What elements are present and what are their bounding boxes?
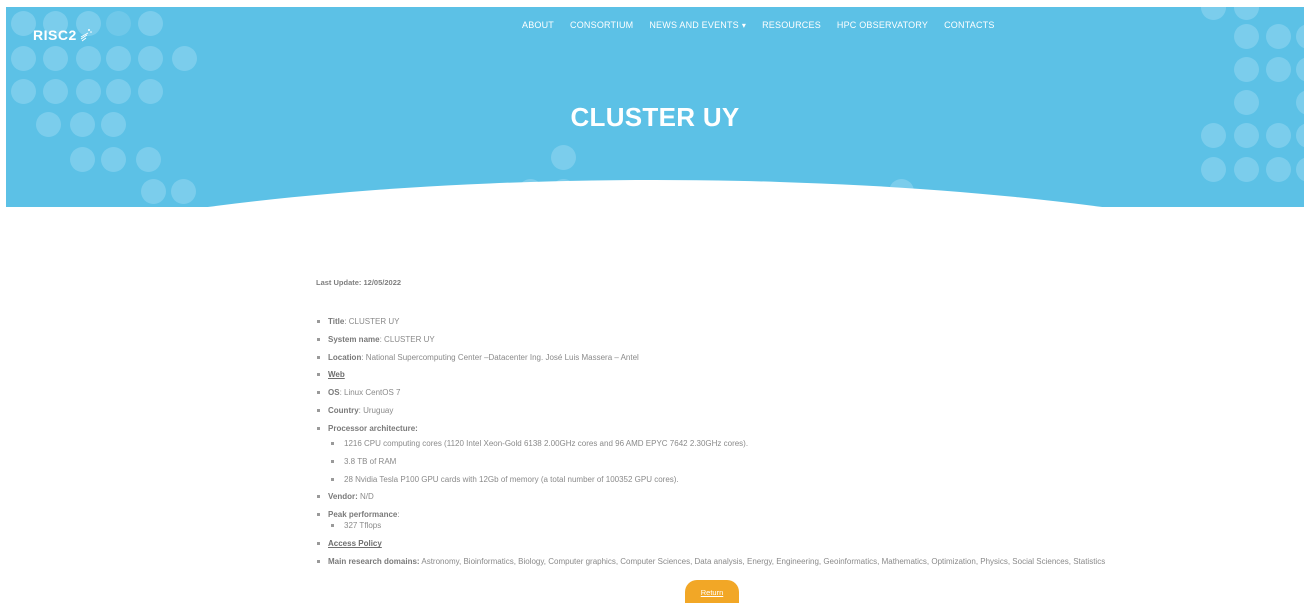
decorative-dot bbox=[76, 46, 101, 71]
vendor-label: Vendor: bbox=[328, 492, 358, 502]
title-value: : CLUSTER UY bbox=[344, 317, 400, 326]
info-os: OS: Linux CentOS 7 bbox=[316, 388, 1116, 397]
decorative-dot bbox=[11, 46, 36, 71]
decorative-dot bbox=[138, 11, 163, 36]
decorative-dot bbox=[1201, 157, 1226, 182]
location-value: : National Supercomputing Center –Datace… bbox=[361, 352, 639, 362]
web-link[interactable]: Web bbox=[328, 370, 345, 379]
decorative-dot bbox=[1234, 7, 1259, 20]
decorative-dot bbox=[1234, 57, 1259, 82]
decorative-dot bbox=[136, 147, 161, 172]
page-title: CLUSTER UY bbox=[570, 102, 740, 132]
decorative-dot bbox=[1296, 57, 1304, 82]
main-nav: ABOUT CONSORTIUM NEWS AND EVENTS ▾ RESOUR… bbox=[522, 20, 995, 30]
info-country: Country: Uruguay bbox=[316, 406, 1116, 415]
peak-colon: : bbox=[397, 510, 400, 520]
decorative-dot bbox=[1266, 157, 1291, 182]
system-name-value: : CLUSTER UY bbox=[379, 334, 435, 344]
info-peak-performance: Peak performance: 327 Tflops bbox=[316, 510, 1116, 530]
decorative-dot bbox=[1234, 157, 1259, 182]
decorative-dot bbox=[11, 79, 36, 104]
decorative-dot bbox=[141, 179, 166, 204]
logo-mark-icon bbox=[80, 29, 92, 42]
domains-value: Astronomy, Bioinformatics, Biology, Comp… bbox=[419, 556, 1106, 566]
site-logo[interactable]: RISC2 bbox=[33, 27, 93, 43]
decorative-dot bbox=[43, 46, 68, 71]
nav-news-and-events[interactable]: NEWS AND EVENTS ▾ bbox=[649, 20, 746, 30]
processor-list: 1216 CPU computing cores (1120 Intel Xeo… bbox=[328, 439, 1116, 484]
domains-label: Main research domains: bbox=[328, 556, 420, 566]
decorative-dot bbox=[1266, 24, 1291, 49]
info-access-policy: Access Policy bbox=[316, 539, 1116, 548]
last-update: Last Update: 12/05/2022 bbox=[316, 278, 402, 287]
decorative-dot bbox=[106, 11, 131, 36]
title-label: Title bbox=[328, 317, 345, 326]
decorative-dot bbox=[171, 179, 196, 204]
location-label: Location bbox=[328, 352, 362, 362]
decorative-dot bbox=[70, 147, 95, 172]
peak-list: 327 Tflops bbox=[328, 521, 1116, 530]
processor-label: Processor architecture: bbox=[328, 423, 418, 433]
decorative-dot bbox=[76, 79, 101, 104]
info-processor: Processor architecture: 1216 CPU computi… bbox=[316, 424, 1116, 484]
peak-item: 327 Tflops bbox=[330, 521, 1116, 530]
info-system-name: System name: CLUSTER UY bbox=[316, 335, 1116, 344]
decorative-dot bbox=[1201, 7, 1226, 20]
logo-text: RISC2 bbox=[33, 27, 77, 43]
nav-consortium[interactable]: CONSORTIUM bbox=[570, 20, 633, 30]
nav-resources[interactable]: RESOURCES bbox=[762, 20, 821, 30]
os-label: OS bbox=[328, 388, 340, 398]
decorative-dot bbox=[172, 46, 197, 71]
os-value: : Linux CentOS 7 bbox=[339, 388, 401, 398]
nav-news-and-events-label: NEWS AND EVENTS bbox=[649, 20, 739, 30]
decorative-dot bbox=[106, 79, 131, 104]
nav-contacts[interactable]: CONTACTS bbox=[944, 20, 994, 30]
decorative-dot bbox=[106, 46, 131, 71]
info-location: Location: National Supercomputing Center… bbox=[316, 353, 1116, 362]
info-research-domains: Main research domains: Astronomy, Bioinf… bbox=[316, 557, 1116, 566]
country-value: : Uruguay bbox=[358, 405, 394, 415]
decorative-dot bbox=[138, 46, 163, 71]
cluster-details: Last Update: 12/05/2022 Title: CLUSTER U… bbox=[316, 278, 1116, 575]
decorative-dot bbox=[551, 145, 576, 170]
decorative-dot bbox=[1234, 24, 1259, 49]
country-label: Country bbox=[328, 405, 359, 415]
vendor-value: N/D bbox=[357, 492, 374, 502]
decorative-dot bbox=[138, 79, 163, 104]
return-button[interactable]: Return bbox=[685, 580, 739, 603]
processor-item: 28 Nvidia Tesla P100 GPU cards with 12Gb… bbox=[330, 475, 1116, 484]
hero-curve bbox=[6, 180, 1304, 207]
processor-item: 3.8 TB of RAM bbox=[330, 457, 1116, 466]
system-name-label: System name bbox=[328, 334, 380, 344]
info-title: Title: CLUSTER UY bbox=[316, 317, 1116, 326]
info-list: Title: CLUSTER UY System name: CLUSTER U… bbox=[316, 317, 1116, 566]
peak-label: Peak performance bbox=[328, 510, 398, 520]
access-policy-link[interactable]: Access Policy bbox=[328, 539, 382, 548]
chevron-down-icon: ▾ bbox=[741, 21, 747, 30]
decorative-dot bbox=[101, 147, 126, 172]
decorative-dot bbox=[43, 79, 68, 104]
info-vendor: Vendor: N/D bbox=[316, 492, 1116, 501]
info-web: Web bbox=[316, 370, 1116, 379]
nav-about[interactable]: ABOUT bbox=[522, 20, 554, 30]
nav-hpc-observatory[interactable]: HPC OBSERVATORY bbox=[837, 20, 928, 30]
decorative-dot bbox=[1296, 157, 1304, 182]
processor-item: 1216 CPU computing cores (1120 Intel Xeo… bbox=[330, 439, 1116, 448]
decorative-dot bbox=[1266, 57, 1291, 82]
decorative-dot bbox=[1296, 24, 1304, 49]
